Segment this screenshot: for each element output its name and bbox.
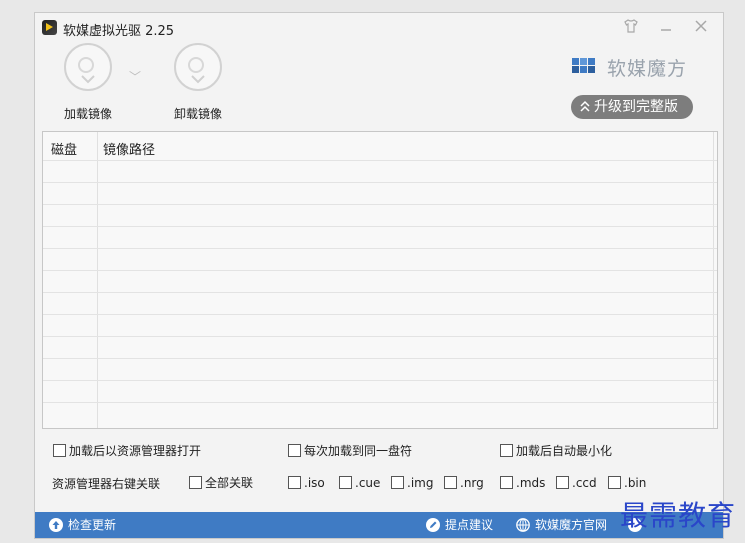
same-drive-label: 每次加载到同一盘符 — [304, 444, 413, 458]
ext-bin-checkbox[interactable] — [608, 476, 621, 489]
ext-bin-label: .bin — [624, 476, 647, 490]
row-divider — [43, 248, 717, 249]
column-header-disk[interactable]: 磁盘 — [51, 139, 77, 158]
watermark-text: 最需教育 — [620, 499, 737, 532]
ext-mds-checkbox[interactable] — [500, 476, 513, 489]
row-divider — [43, 380, 717, 381]
row-divider — [43, 204, 717, 205]
ext-img-checkbox[interactable] — [391, 476, 404, 489]
auto-minimize-option[interactable]: 加载后自动最小化 — [500, 443, 612, 459]
app-icon — [42, 20, 57, 35]
ext-iso-checkbox[interactable] — [288, 476, 301, 489]
ext-mds-label: .mds — [516, 476, 546, 490]
ext-iso-option[interactable]: .iso — [288, 475, 325, 491]
row-divider — [43, 292, 717, 293]
ext-img-option[interactable]: .img — [391, 475, 433, 491]
row-divider — [43, 402, 717, 403]
upgrade-label: 升级到完整版 — [594, 99, 678, 115]
globe-icon — [516, 518, 530, 532]
column-header-path[interactable]: 镜像路径 — [103, 139, 155, 158]
open-explorer-checkbox[interactable] — [53, 444, 66, 457]
row-divider — [43, 358, 717, 359]
check-update-link[interactable]: 检查更新 — [49, 517, 116, 533]
row-divider — [43, 270, 717, 271]
ext-bin-option[interactable]: .bin — [608, 475, 646, 491]
upgrade-button[interactable]: 升级到完整版 — [571, 95, 693, 119]
shirt-icon — [624, 19, 638, 33]
ext-nrg-option[interactable]: .nrg — [444, 475, 484, 491]
ext-img-label: .img — [407, 476, 434, 490]
row-divider — [43, 182, 717, 183]
ext-cue-label: .cue — [355, 476, 381, 490]
arrow-up-circle-icon — [49, 518, 63, 532]
official-site-link[interactable]: 软媒魔方官网 — [516, 517, 607, 533]
ext-iso-label: .iso — [304, 476, 325, 490]
suggestion-link[interactable]: 提点建议 — [426, 517, 493, 533]
load-image-button[interactable]: 加载镜像 — [48, 43, 128, 123]
auto-minimize-label: 加载后自动最小化 — [516, 444, 613, 458]
disc-unload-icon — [174, 43, 222, 91]
skin-button[interactable] — [620, 18, 642, 38]
auto-minimize-checkbox[interactable] — [500, 444, 513, 457]
load-image-label: 加载镜像 — [63, 107, 112, 121]
same-drive-option[interactable]: 每次加载到同一盘符 — [288, 443, 412, 459]
close-button[interactable] — [690, 18, 712, 38]
ext-ccd-label: .ccd — [572, 476, 597, 490]
brand-name: 软媒魔方 — [607, 58, 688, 80]
image-table[interactable]: 磁盘 镜像路径 — [42, 131, 718, 429]
table-header: 磁盘 镜像路径 — [43, 132, 717, 160]
title-bar[interactable]: 软媒虚拟光驱 2.25 — [35, 13, 723, 43]
assoc-all-checkbox[interactable] — [189, 476, 202, 489]
ext-mds-option[interactable]: .mds — [500, 475, 545, 491]
unload-image-label: 卸载镜像 — [173, 107, 222, 121]
official-site-label: 软媒魔方官网 — [535, 518, 608, 532]
explorer-assoc-label: 资源管理器右键关联 — [52, 477, 161, 491]
double-chevron-up-icon — [580, 100, 590, 112]
suggestion-label: 提点建议 — [445, 518, 494, 532]
pencil-icon — [426, 518, 440, 532]
column-divider — [713, 132, 714, 428]
assoc-all-label: 全部关联 — [205, 476, 254, 490]
row-divider — [43, 160, 717, 161]
ext-cue-checkbox[interactable] — [339, 476, 352, 489]
check-update-label: 检查更新 — [68, 518, 117, 532]
ext-cue-option[interactable]: .cue — [339, 475, 380, 491]
assoc-all-option[interactable]: 全部关联 — [189, 475, 253, 491]
ext-ccd-checkbox[interactable] — [556, 476, 569, 489]
row-divider — [43, 336, 717, 337]
window-title: 软媒虚拟光驱 2.25 — [63, 24, 175, 39]
brand-logo[interactable]: 软媒魔方 — [571, 53, 693, 80]
close-icon — [695, 20, 707, 32]
minimize-button[interactable] — [655, 18, 677, 38]
column-divider — [97, 132, 98, 428]
minimize-icon — [661, 29, 671, 31]
open-explorer-option[interactable]: 加载后以资源管理器打开 — [53, 443, 201, 459]
unload-image-button[interactable]: 卸载镜像 — [158, 43, 238, 123]
same-drive-checkbox[interactable] — [288, 444, 301, 457]
cube-logo-icon — [572, 58, 595, 73]
open-explorer-label: 加载后以资源管理器打开 — [69, 444, 202, 458]
ext-nrg-label: .nrg — [460, 476, 484, 490]
main-window: 软媒虚拟光驱 2.25 加载镜像 ﹀ 卸载镜像 软媒魔方 升级到完整版 磁盘 镜… — [34, 12, 724, 539]
ext-nrg-checkbox[interactable] — [444, 476, 457, 489]
load-dropdown-chevron-icon[interactable]: ﹀ — [129, 68, 141, 85]
disc-load-icon — [64, 43, 112, 91]
row-divider — [43, 314, 717, 315]
ext-ccd-option[interactable]: .ccd — [556, 475, 597, 491]
row-divider — [43, 226, 717, 227]
